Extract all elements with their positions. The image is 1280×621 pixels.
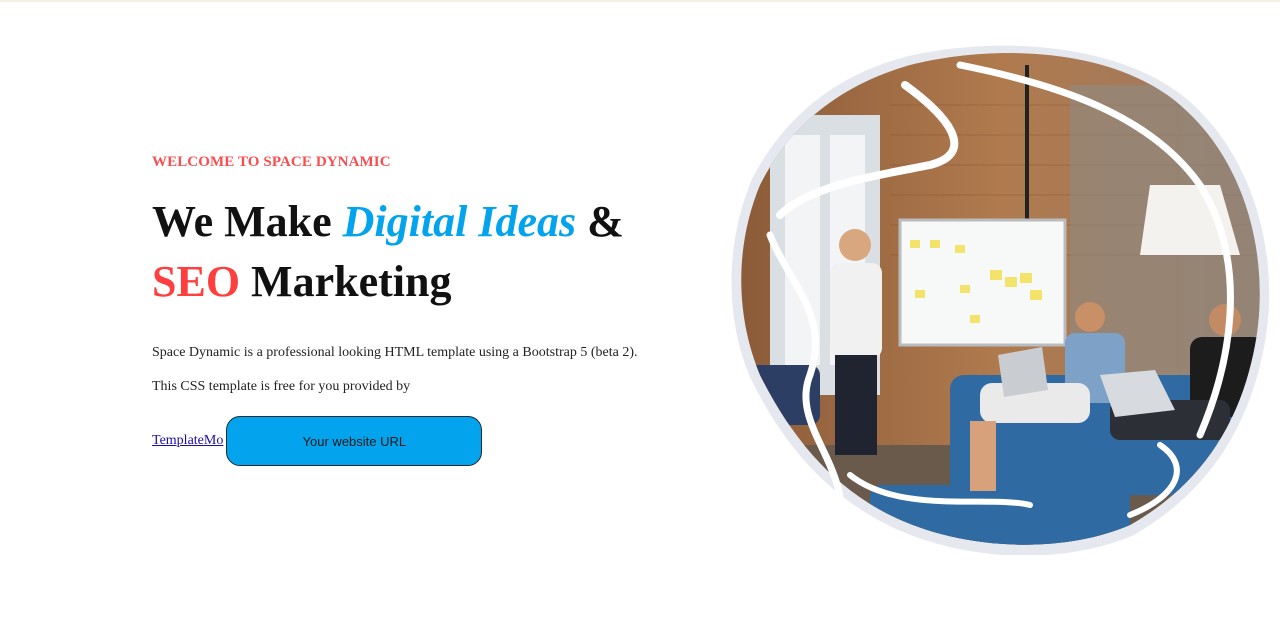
headline-part-1: We Make bbox=[152, 197, 343, 246]
hero-headline: We Make Digital Ideas & SEO Marketing bbox=[152, 192, 672, 312]
website-url-button[interactable]: Your website URL bbox=[226, 416, 483, 466]
hero-section: WELCOME TO SPACE DYNAMIC We Make Digital… bbox=[0, 0, 1280, 621]
hero-description: Space Dynamic is a professional looking … bbox=[152, 345, 638, 394]
hero-image bbox=[730, 45, 1270, 555]
hero-eyebrow: WELCOME TO SPACE DYNAMIC bbox=[152, 154, 391, 170]
cta-row: TemplateMo Your website URL bbox=[152, 416, 672, 466]
hero-text-column: WELCOME TO SPACE DYNAMIC We Make Digital… bbox=[152, 150, 672, 466]
headline-highlight-digital-ideas: Digital Ideas bbox=[342, 197, 577, 246]
headline-part-3: Marketing bbox=[240, 257, 452, 306]
headline-part-2: & bbox=[576, 197, 624, 246]
templatemo-link[interactable]: TemplateMo bbox=[152, 433, 223, 449]
headline-highlight-seo: SEO bbox=[152, 257, 241, 306]
team-meeting-image bbox=[731, 45, 1270, 555]
